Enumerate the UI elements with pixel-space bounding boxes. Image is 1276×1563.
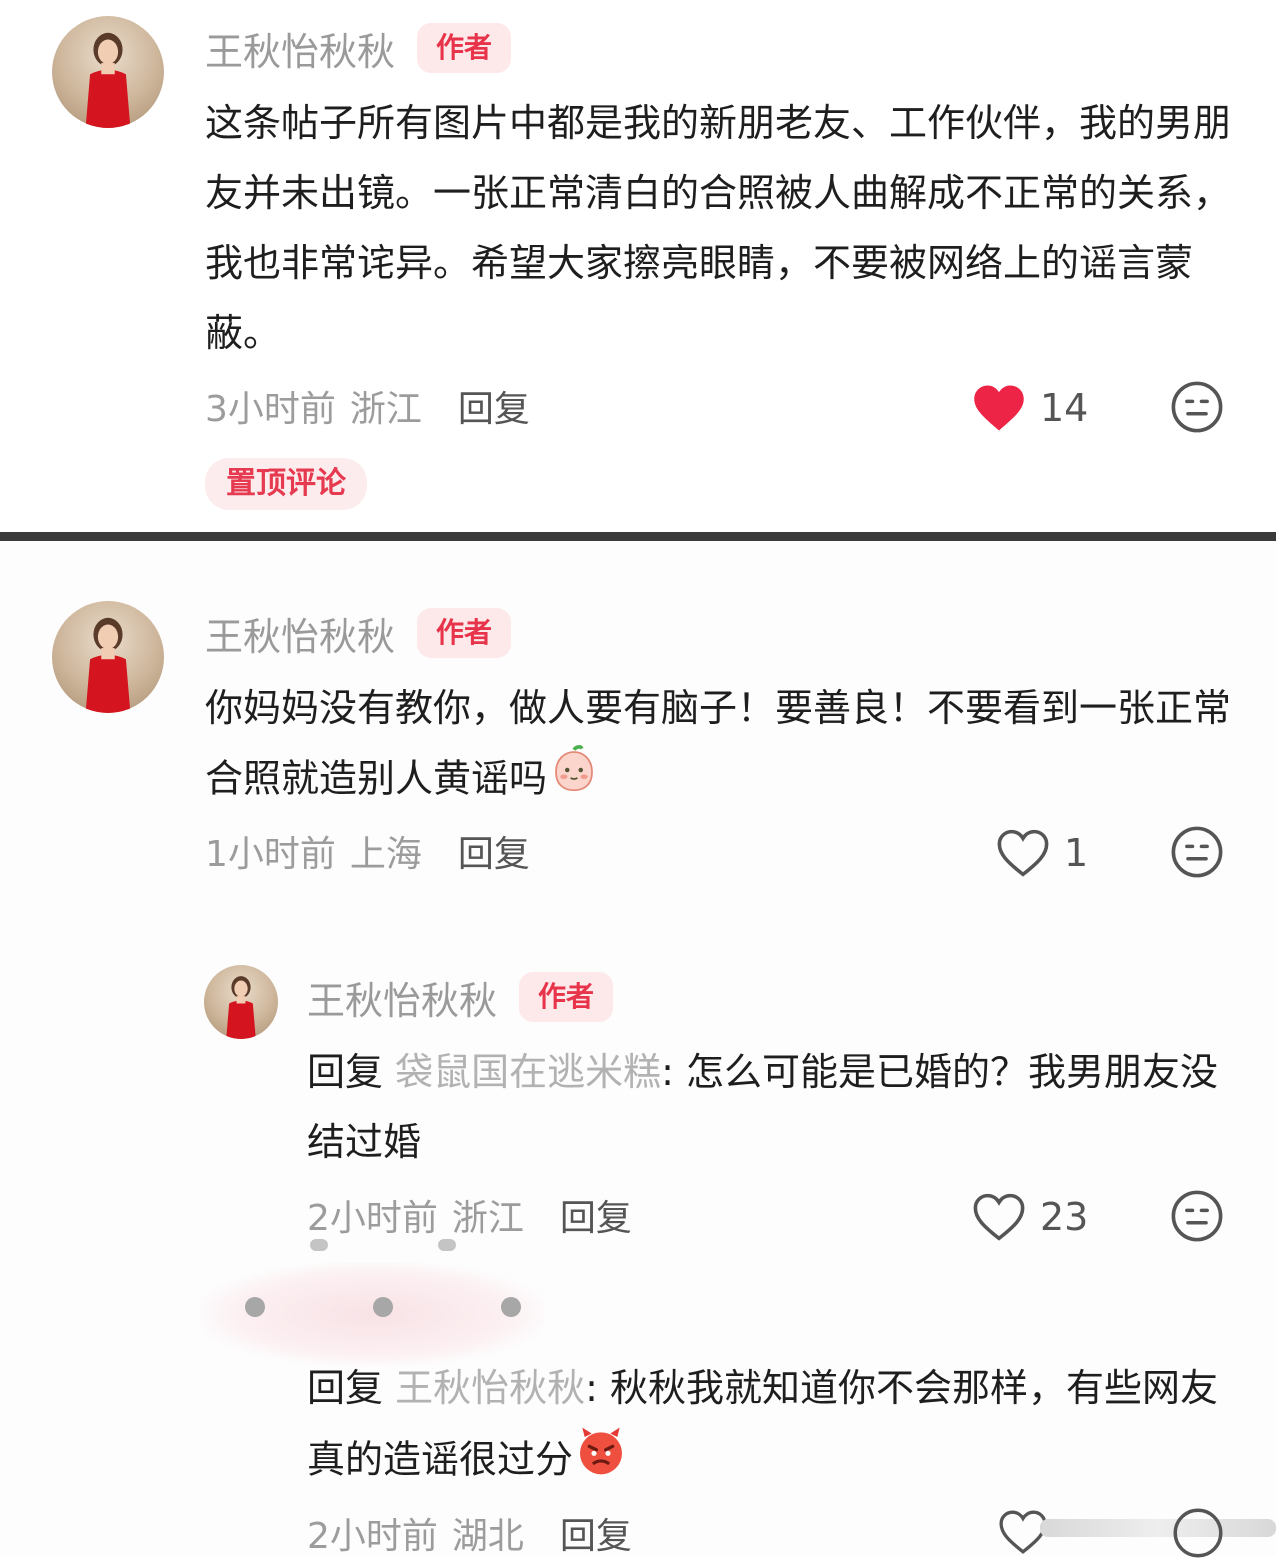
divider xyxy=(0,532,1276,541)
reply-button[interactable]: 回复 xyxy=(560,1189,632,1241)
like-button[interactable]: 1 xyxy=(996,825,1088,881)
heart-icon xyxy=(997,829,1049,877)
comment-location: 浙江 xyxy=(349,389,422,430)
censor-dot xyxy=(501,1297,521,1317)
avatar[interactable] xyxy=(52,601,164,713)
comment-text: 这条帖子所有图片中都是我的新朋老友、工作伙伴，我的男朋友并未出镜。一张正常清白的… xyxy=(205,101,1232,355)
meh-face-icon[interactable] xyxy=(1170,825,1224,879)
like-count: 14 xyxy=(1040,386,1089,430)
author-badge: 作者 xyxy=(417,608,512,658)
comment-thread-panel: 王秋怡秋秋 作者 你妈妈没有教你，做人要有脑子！要善良！不要看到一张正常合照就造… xyxy=(0,541,1276,1558)
censor-dot xyxy=(310,1239,328,1251)
comment-location: 湖北 xyxy=(451,1516,524,1557)
censor-dot xyxy=(438,1239,456,1251)
reply-button[interactable]: 回复 xyxy=(560,1507,632,1559)
like-count: 1 xyxy=(1064,831,1089,875)
comment-text: 回复 王秋怡秋秋: 秋秋我就知道你不会那样，有些网友真的造谣很过分 xyxy=(307,1353,1237,1501)
like-button[interactable]: 23 xyxy=(972,1189,1088,1245)
avatar[interactable] xyxy=(204,965,278,1039)
comment-time: 1小时前 xyxy=(205,834,336,875)
reply-target-username[interactable]: 袋鼠国在逃米糕 xyxy=(395,1050,661,1094)
reply-button[interactable]: 回复 xyxy=(458,825,530,877)
censor-dot xyxy=(245,1297,265,1317)
pinned-comment-panel: 王秋怡秋秋 作者 这条帖子所有图片中都是我的新朋老友、工作伙伴，我的男朋友并未出… xyxy=(0,0,1276,532)
reply-prefix: 回复 xyxy=(307,1366,384,1410)
comment-time: 2小时前 xyxy=(307,1516,438,1557)
like-button[interactable]: 14 xyxy=(972,380,1088,436)
like-count: 23 xyxy=(1040,1195,1089,1239)
censor-dot xyxy=(373,1297,393,1317)
meh-face-icon[interactable] xyxy=(1172,1507,1224,1559)
meh-face-icon[interactable] xyxy=(1170,380,1224,434)
username[interactable]: 王秋怡秋秋 xyxy=(205,21,395,76)
comment-text: 你妈妈没有教你，做人要有脑子！要善良！不要看到一张正常合照就造别人黄谣吗 xyxy=(205,673,1235,819)
comment-location: 上海 xyxy=(349,834,422,875)
heart-icon xyxy=(973,1193,1025,1241)
pinned-badge: 置顶评论 xyxy=(205,458,367,510)
comment-location: 浙江 xyxy=(451,1198,524,1239)
username[interactable]: 王秋怡秋秋 xyxy=(307,970,497,1025)
heart-icon xyxy=(974,385,1024,431)
reply-button[interactable]: 回复 xyxy=(458,380,530,432)
angry-devil-emoji xyxy=(573,1423,629,1501)
reply-prefix: 回复 xyxy=(307,1050,384,1094)
comment-time: 3小时前 xyxy=(205,389,336,430)
watermark-overlay xyxy=(1040,1519,1276,1537)
peach-face-emoji xyxy=(547,743,601,819)
reply-target-username[interactable]: 王秋怡秋秋 xyxy=(395,1366,585,1410)
meh-face-icon[interactable] xyxy=(1170,1189,1224,1243)
author-badge: 作者 xyxy=(417,23,512,73)
username[interactable]: 王秋怡秋秋 xyxy=(205,606,395,661)
author-badge: 作者 xyxy=(519,972,614,1022)
comment-time: 2小时前 xyxy=(307,1198,438,1239)
avatar[interactable] xyxy=(52,16,164,128)
comment-text: 回复 袋鼠国在逃米糕: 怎么可能是已婚的？我男朋友没结过婚 xyxy=(307,1050,1219,1164)
